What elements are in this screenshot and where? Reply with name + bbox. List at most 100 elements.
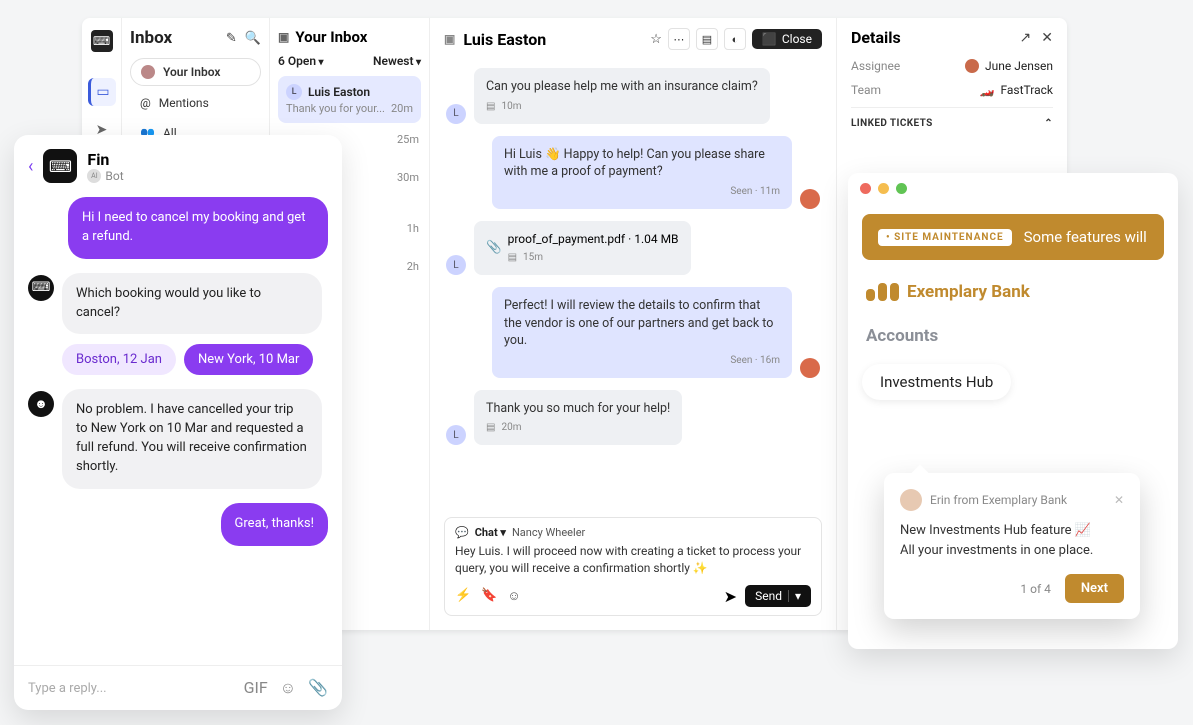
bot-message: No problem. I have cancelled your trip t…: [62, 389, 322, 488]
popover-line1: New Investments Hub feature 📈: [900, 521, 1124, 541]
conv-name: Luis Easton: [308, 85, 370, 99]
night-button[interactable]: ◐: [724, 28, 746, 50]
fin-role: Bot: [105, 169, 123, 183]
chat-icon: ▤: [508, 251, 517, 265]
composer: 💬 Chat ▾ Nancy Wheeler Hey Luis. I will …: [444, 517, 822, 616]
agent-message: Perfect! I will review the details to co…: [492, 287, 792, 378]
tour-popover: Erin from Exemplary Bank ✕ New Investmen…: [884, 473, 1140, 619]
snooze-button[interactable]: ▤: [696, 28, 718, 50]
thread-column: ▣ Luis Easton ☆ ⋯ ▤ ◐ ⬛ Close L Can you p…: [430, 18, 837, 630]
emoji-icon[interactable]: ☺: [507, 588, 520, 604]
bank-logo-icon: [866, 283, 899, 301]
reply-input[interactable]: Type a reply...: [28, 681, 107, 696]
nav-label: Your Inbox: [163, 65, 220, 79]
window-controls: [848, 173, 1178, 204]
ai-badge-icon: AI: [87, 169, 101, 183]
send-button[interactable]: Send▾: [745, 585, 811, 607]
layout-icon[interactable]: ▣: [278, 30, 289, 44]
sort-dropdown[interactable]: Newest: [373, 54, 421, 68]
minimize-window-icon[interactable]: [878, 183, 889, 194]
bank-window: • SITE MAINTENANCE Some features will Ex…: [848, 173, 1178, 649]
customer-message: Thank you so much for your help! ▤20m: [474, 390, 682, 446]
thread-title: Luis Easton: [463, 30, 546, 49]
popover-from: Erin from Exemplary Bank: [930, 493, 1067, 507]
close-popover-icon[interactable]: ✕: [1114, 493, 1124, 507]
conv-preview: Thank you for your...: [286, 102, 385, 115]
rail-inbox-icon[interactable]: ▭: [88, 78, 116, 106]
user-message: Hi I need to cancel my booking and get a…: [68, 197, 328, 259]
open-filter[interactable]: 6 Open: [278, 54, 324, 68]
search-icon[interactable]: 🔍: [245, 31, 261, 46]
emoji-icon[interactable]: ☺: [280, 678, 296, 698]
agent-avatar: [800, 358, 820, 378]
user-message: Great, thanks!: [221, 503, 328, 546]
chip-option-boston[interactable]: Boston, 12 Jan: [62, 344, 176, 375]
popover-step: 1 of 4: [1020, 582, 1050, 596]
bolt-icon[interactable]: ⚡: [455, 588, 471, 604]
assignee-value[interactable]: June Jensen: [965, 59, 1053, 73]
customer-message: Can you please help me with an insurance…: [474, 68, 770, 124]
channel-dropdown[interactable]: Chat ▾: [475, 526, 506, 539]
conversation-item-active[interactable]: L Luis Easton Thank you for your... 20m: [278, 76, 421, 123]
back-icon[interactable]: ‹: [28, 156, 33, 177]
customer-avatar: L: [446, 104, 466, 124]
next-button[interactable]: Next: [1065, 574, 1124, 603]
chat-icon: ▤: [486, 100, 495, 114]
bot-avatar-icon: ☻: [28, 391, 54, 417]
team-label: Team: [851, 83, 881, 97]
customer-avatar: L: [446, 425, 466, 445]
chat-icon: ▤: [486, 421, 495, 435]
brand-logo[interactable]: ⌨: [91, 30, 113, 52]
list-title: Your Inbox: [295, 28, 367, 46]
bot-message: Which booking would you like to cancel?: [62, 273, 322, 335]
team-icon: 🏎️: [980, 83, 995, 97]
team-value[interactable]: 🏎️FastTrack: [980, 83, 1053, 97]
investments-hub-tab[interactable]: Investments Hub: [862, 364, 1011, 400]
gif-icon[interactable]: GIF: [244, 678, 268, 698]
bank-brand: Exemplary Bank: [866, 282, 1160, 302]
paperclip-icon: 📎: [486, 239, 502, 257]
compose-icon[interactable]: ✎: [226, 31, 237, 46]
chevron-down-icon[interactable]: ▾: [795, 589, 801, 603]
composer-from: Nancy Wheeler: [512, 526, 585, 539]
nav-your-inbox[interactable]: Your Inbox: [130, 58, 261, 86]
external-link-icon[interactable]: ↗: [1020, 30, 1032, 46]
banner-badge: • SITE MAINTENANCE: [878, 229, 1012, 246]
agent-avatar: [800, 189, 820, 209]
agent-message: Hi Luis 👋 Happy to help! Can you please …: [492, 136, 792, 209]
avatar-icon: [141, 65, 155, 79]
accounts-heading: Accounts: [866, 326, 1160, 346]
erin-avatar-icon: [900, 489, 922, 511]
nav-label: Mentions: [159, 96, 209, 110]
banner-text: Some features will: [1024, 228, 1147, 246]
message-list: L Can you please help me with an insuran…: [430, 60, 836, 509]
channel-icon: 💬: [455, 526, 469, 539]
details-title: Details: [851, 28, 901, 47]
chip-option-newyork[interactable]: New York, 10 Mar: [184, 344, 313, 375]
linked-tickets-heading: LINKED TICKETS: [851, 118, 933, 129]
mention-icon: @: [140, 96, 151, 110]
more-button[interactable]: ⋯: [668, 28, 690, 50]
maintenance-banner: • SITE MAINTENANCE Some features will: [862, 214, 1164, 260]
close-window-icon[interactable]: [860, 183, 871, 194]
nav-mentions[interactable]: @ Mentions: [130, 90, 261, 116]
conv-time: 20m: [391, 102, 413, 115]
bookmark-icon[interactable]: 🔖: [481, 588, 497, 604]
star-icon[interactable]: ☆: [650, 32, 662, 47]
send-arrow-icon[interactable]: ➤: [724, 587, 737, 606]
attachment-icon[interactable]: 📎: [308, 678, 328, 698]
expand-icon[interactable]: ▣: [444, 32, 455, 46]
inbox-title: Inbox: [130, 28, 172, 48]
avatar-initial: L: [286, 84, 302, 100]
fin-logo-icon: ⌨: [43, 149, 77, 183]
file-attachment[interactable]: 📎 proof_of_payment.pdf · 1.04 MB ▤15m: [474, 221, 691, 276]
fin-chat-widget: ‹ ⌨ Fin AIBot Hi I need to cancel my boo…: [14, 135, 342, 710]
assignee-label: Assignee: [851, 59, 900, 73]
composer-input[interactable]: Hey Luis. I will proceed now with creati…: [455, 543, 811, 577]
customer-avatar: L: [446, 255, 466, 275]
chevron-up-icon[interactable]: ⌃: [1044, 118, 1053, 129]
close-details-icon[interactable]: ✕: [1041, 30, 1053, 46]
popover-line2: All your investments in one place.: [900, 541, 1124, 561]
close-button[interactable]: ⬛ Close: [752, 29, 822, 49]
maximize-window-icon[interactable]: [896, 183, 907, 194]
